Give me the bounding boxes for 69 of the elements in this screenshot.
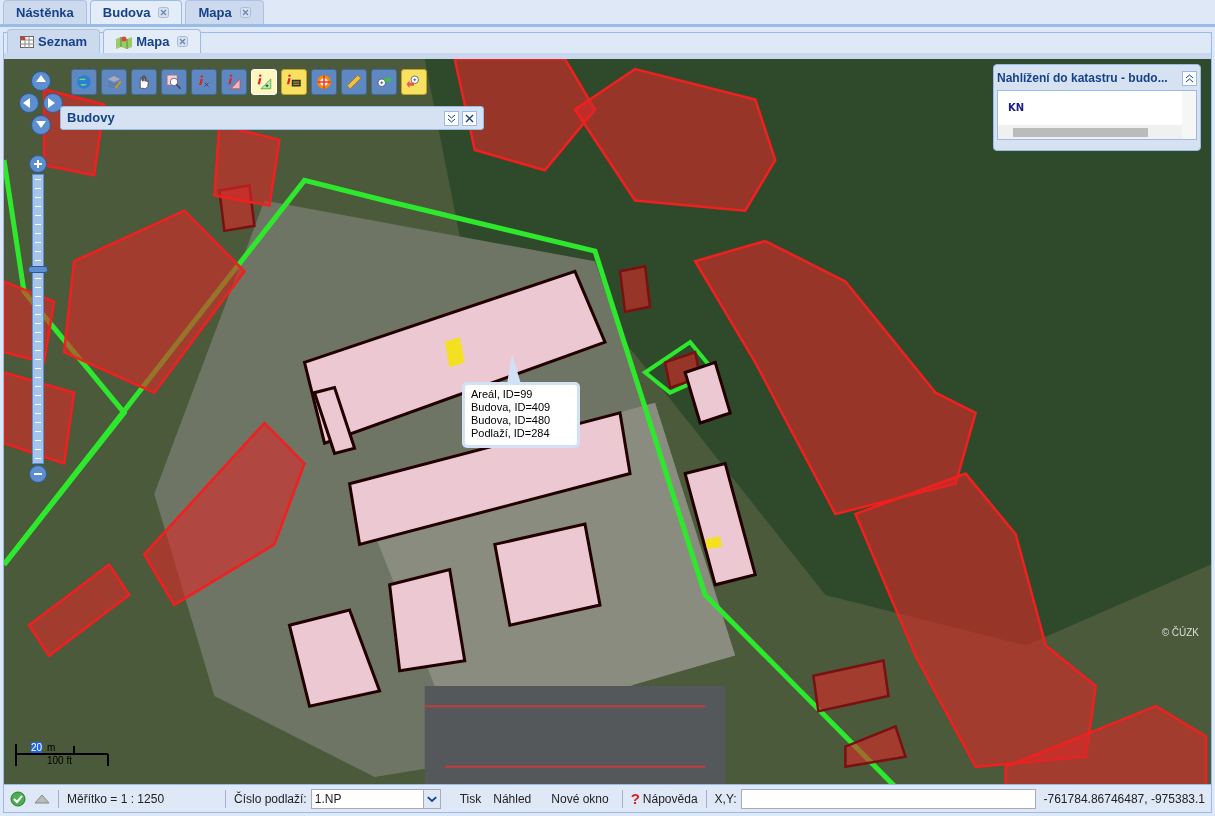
map-view[interactable]: Budovy Nahlížení do katastru - budo... KN Areál, ID=99 Budova, ID=409 Budova, ID=480 Podlaží, ID=284 20 m 100 ft © ČÚZK [4,59,1211,784]
info-add-icon [255,73,273,91]
popup-line: Budova, ID=409 [471,401,552,414]
scale-imperial: 100 ft [47,755,73,766]
scale-metric-unit: m [47,742,56,753]
pan-right-button[interactable] [43,93,63,113]
close-icon[interactable] [177,36,189,47]
color-wheel-icon [315,73,333,91]
tab-label: Budova [102,3,151,22]
tab-label: Seznam [38,32,88,51]
building-footprint [618,264,652,314]
tab[interactable]: Mapa [103,29,202,53]
pan-down-button[interactable] [31,115,51,135]
cadastre-logo: KN [1008,102,1025,113]
popup-line: Budova, ID=480 [471,414,552,427]
close-icon[interactable] [158,7,170,18]
triangle-icon[interactable] [34,793,50,804]
floor-select[interactable]: 1.NP [310,788,441,809]
coordinates: -761784.86746487, -975383.1 [1043,790,1205,808]
table-icon [20,35,34,48]
pan-up-button[interactable] [31,71,51,91]
coordinate-input[interactable] [740,788,1036,809]
popup-line: Podlaží, ID=284 [471,427,551,440]
panel-title: Nahlížení do katastru - budo... [997,70,1169,87]
tab[interactable]: Mapa [185,0,264,24]
toolbar-button[interactable]: Náhled [488,788,537,809]
dropdown-icon[interactable] [422,789,440,808]
close-icon[interactable] [239,7,251,18]
zoom-slider-thumb[interactable] [28,266,48,274]
stairwell-marker [444,337,465,368]
help-icon: ? [630,789,640,808]
collapse-button[interactable] [1182,70,1197,86]
floor-plan [683,360,733,425]
tab[interactable]: Seznam [7,29,101,53]
tab[interactable]: Budova [89,0,183,24]
collapse-button[interactable] [444,110,459,126]
help-label: Nápověda [642,790,698,808]
globe-icon [75,73,93,91]
check-icon [10,790,26,807]
map-tool-button[interactable] [311,69,337,95]
scale-text: Měřítko = 1 : 1250 [67,790,166,808]
tab-label: Mapa [136,32,170,51]
zoom-box-icon [165,73,183,91]
zoom-in-button[interactable] [29,155,47,173]
map-tool-button[interactable] [281,69,307,95]
ruler-icon [345,73,363,91]
close-button[interactable] [462,110,477,126]
xy-label: X,Y: [714,790,737,808]
pan-left-button[interactable] [19,93,39,113]
map-icon [116,34,133,49]
map-tool-button[interactable] [371,69,397,95]
toolbar-button[interactable]: Tisk [454,788,487,809]
tab-label: Nástěnka [16,3,74,22]
horizontal-scrollbar[interactable] [998,125,1182,139]
zoom-out-button[interactable] [29,465,47,483]
tab[interactable]: Nástěnka [3,0,87,24]
stairwell-marker [705,536,723,550]
tab-label: Mapa [198,3,232,22]
layers-icon [105,73,123,91]
panel-title: Budovy [67,109,116,128]
floor-label: Číslo podlaží: [234,790,307,808]
popup-line: Areál, ID=99 [471,388,534,401]
toolbar-button[interactable]: Nové okno [546,788,614,809]
help-button[interactable]: ? Nápověda [630,788,698,809]
map-tool-button[interactable] [131,69,157,95]
map-tool-button[interactable] [161,69,187,95]
scale-metric-value: 20 [31,742,43,753]
copyright: © ČÚZK [1161,625,1199,640]
vertical-scrollbar[interactable] [1182,91,1196,139]
